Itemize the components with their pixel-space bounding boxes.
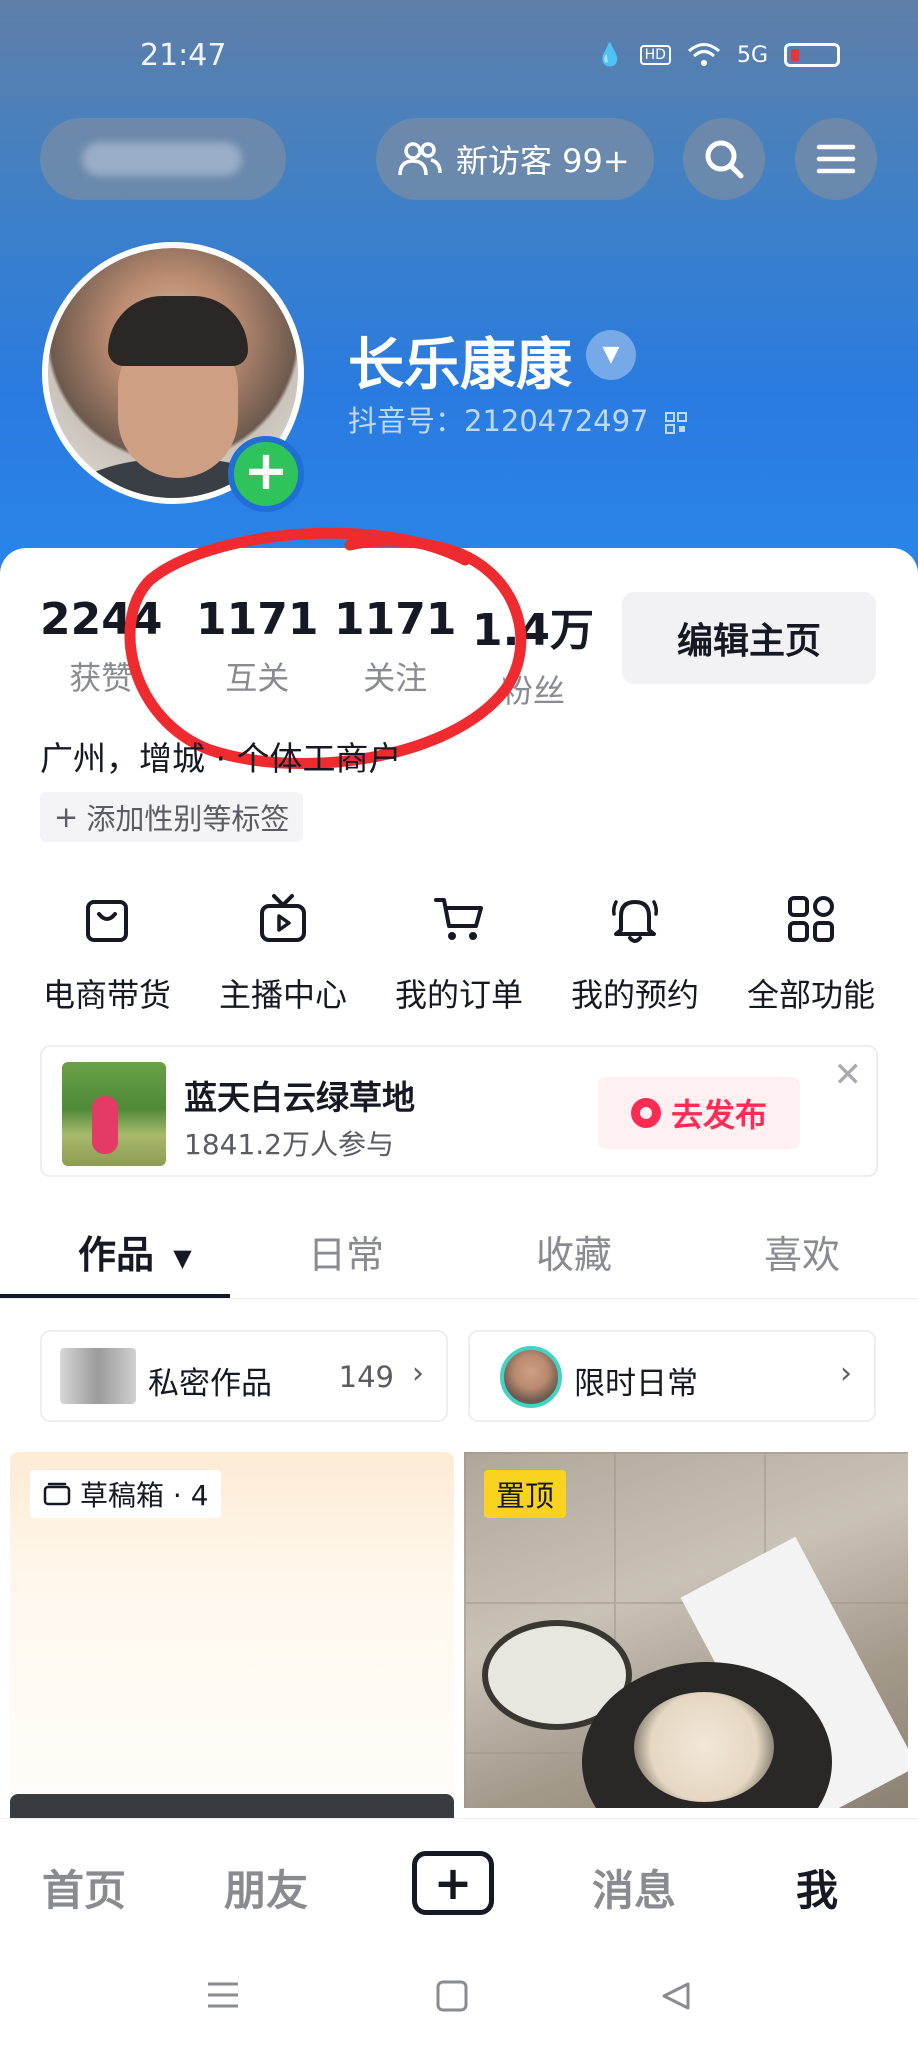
- draft-box-tile[interactable]: 草稿箱 · 4: [10, 1452, 454, 1808]
- tab-favorites[interactable]: 收藏: [536, 1224, 612, 1279]
- private-works-thumbnail: [60, 1348, 136, 1404]
- nav-home[interactable]: 首页: [42, 1857, 126, 1918]
- nav-me[interactable]: 我: [796, 1857, 838, 1918]
- topic-thumbnail: [62, 1062, 166, 1166]
- system-navigation-bar: [0, 1948, 918, 2048]
- search-button[interactable]: [683, 118, 765, 200]
- tab-likes[interactable]: 喜欢: [764, 1224, 840, 1279]
- apps-grid-icon: [788, 896, 834, 942]
- record-icon: [630, 1098, 661, 1128]
- go-publish-label: 去发布: [670, 1096, 767, 1134]
- topic-challenge-card[interactable]: 蓝天白云绿草地 1841.2万人参与 去发布 ✕: [40, 1045, 878, 1177]
- status-bar: 21:47 💧 HD 5G: [0, 0, 918, 110]
- function-my-reservations-label: 我的预约: [570, 976, 699, 1014]
- draft-box-label: 草稿箱 · 4: [80, 1479, 209, 1512]
- bell-icon: [612, 900, 658, 943]
- tab-works-label: 作品: [78, 1233, 155, 1277]
- home-square-icon[interactable]: [436, 1980, 468, 2012]
- douyin-id-text: 抖音号：2120472497: [348, 404, 649, 438]
- new-visitors-label: 新访客 99+: [456, 142, 630, 180]
- tab-daily[interactable]: 日常: [308, 1224, 384, 1279]
- bottom-navigation: 首页 朋友 + 消息 我: [0, 1818, 918, 1948]
- qr-code-icon: [664, 412, 687, 434]
- private-works-entry[interactable]: 私密作品 149 ›: [40, 1330, 448, 1422]
- status-time: 21:47: [140, 38, 227, 73]
- recent-apps-icon[interactable]: [206, 1980, 240, 2010]
- menu-button[interactable]: [795, 118, 877, 200]
- close-icon[interactable]: ✕: [834, 1055, 863, 1095]
- shopping-bag-icon: [86, 900, 128, 942]
- draft-box-badge: 草稿箱 · 4: [30, 1470, 221, 1518]
- tv-play-icon: [260, 894, 306, 942]
- hd-badge: HD: [639, 45, 671, 65]
- status-icons: 💧 HD 5G: [596, 42, 840, 68]
- battery-icon: [784, 43, 840, 67]
- pinned-video-tile[interactable]: 置顶: [464, 1452, 908, 1808]
- network-label: 5G: [736, 42, 768, 68]
- douyin-id[interactable]: 抖音号：2120472497: [348, 398, 688, 440]
- avatar-add-icon[interactable]: +: [228, 436, 304, 512]
- nav-friends[interactable]: 朋友: [224, 1857, 308, 1918]
- function-my-orders-label: 我的订单: [394, 976, 523, 1014]
- wifi-icon: [687, 43, 720, 66]
- function-my-orders[interactable]: 我的订单: [374, 892, 544, 1016]
- go-publish-button[interactable]: 去发布: [598, 1077, 800, 1149]
- caret-down-icon: ▼: [173, 1243, 192, 1272]
- chevron-right-icon: ›: [412, 1356, 424, 1391]
- private-works-label: 私密作品: [148, 1366, 272, 1402]
- plus-icon: +: [54, 800, 79, 834]
- tab-works[interactable]: 作品 ▼: [78, 1224, 192, 1279]
- function-ecommerce[interactable]: 电商带货: [22, 892, 192, 1016]
- private-works-count: 149: [338, 1360, 394, 1394]
- add-tags-label: 添加性别等标签: [86, 802, 290, 836]
- function-my-reservations[interactable]: 我的预约: [550, 892, 720, 1016]
- function-anchor-center-label: 主播中心: [218, 976, 347, 1014]
- tabs-divider: [0, 1298, 918, 1299]
- function-all-features[interactable]: 全部功能: [726, 892, 896, 1016]
- location-text: 广州，增城 · 个体工商户: [40, 739, 402, 778]
- limited-daily-avatar: [500, 1346, 562, 1408]
- visitors-icon: [398, 142, 442, 176]
- chevron-right-icon: ›: [840, 1356, 852, 1391]
- function-all-features-label: 全部功能: [746, 976, 875, 1014]
- edit-profile-button[interactable]: 编辑主页: [622, 592, 876, 684]
- function-anchor-center[interactable]: 主播中心: [198, 892, 368, 1016]
- back-triangle-icon[interactable]: [660, 1980, 692, 2012]
- add-tags-button[interactable]: + 添加性别等标签: [40, 792, 304, 842]
- limited-daily-entry[interactable]: 限时日常 ›: [468, 1330, 876, 1422]
- pinned-badge: 置顶: [484, 1470, 567, 1518]
- draft-folder-icon: [43, 1482, 71, 1506]
- cart-icon: [434, 898, 483, 940]
- new-visitors-button[interactable]: 新访客 99+: [376, 118, 654, 200]
- account-switch-button[interactable]: [40, 118, 286, 200]
- nav-messages[interactable]: 消息: [592, 1857, 676, 1918]
- create-post-button[interactable]: +: [412, 1851, 494, 1915]
- function-ecommerce-label: 电商带货: [42, 976, 171, 1014]
- nickname: 长乐康康: [348, 333, 572, 398]
- data-saver-icon: 💧: [596, 42, 624, 68]
- plus-icon: +: [433, 1856, 473, 1910]
- nickname-dropdown-icon[interactable]: ▼: [586, 330, 636, 380]
- hamburger-menu-icon: [816, 144, 856, 174]
- search-icon: [705, 140, 744, 179]
- limited-daily-label: 限时日常: [574, 1366, 698, 1402]
- topic-participants: 1841.2万人参与: [184, 1128, 394, 1161]
- blurred-account-label: [82, 142, 242, 176]
- topic-title: 蓝天白云绿草地: [184, 1078, 415, 1117]
